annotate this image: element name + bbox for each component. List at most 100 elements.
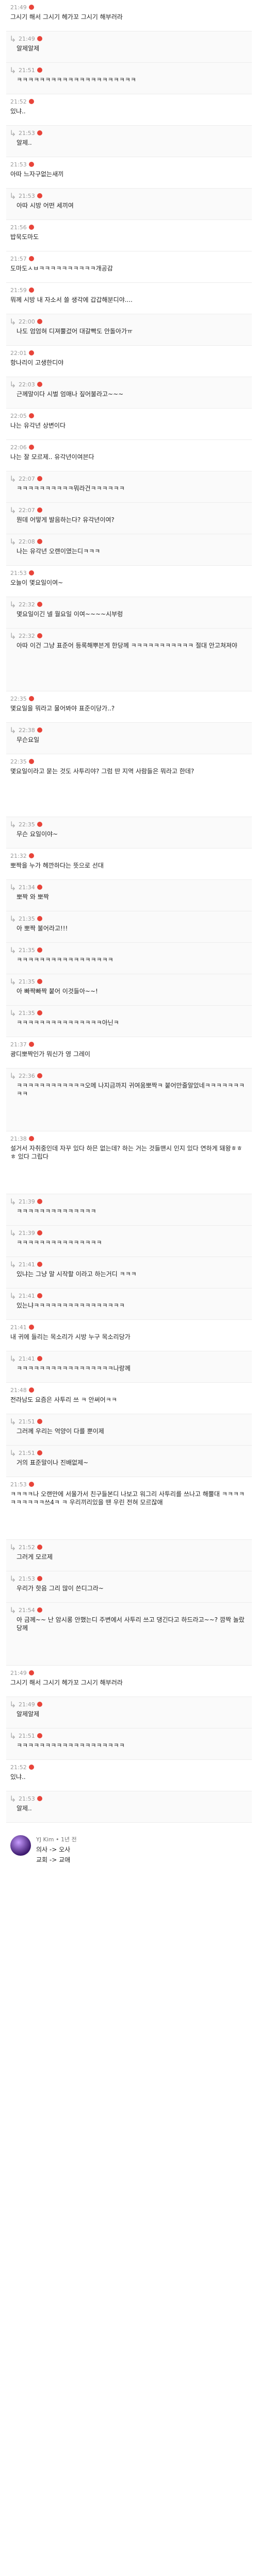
comment-time: 22:03	[19, 381, 35, 388]
comment-time: 22:00	[19, 318, 35, 325]
reply-item[interactable]: ↳ 21:51 ㅋㅋㅋㅋㅋㅋㅋㅋㅋㅋㅋㅋㅋㅋㅋㅋㅋㅋㅋ	[6, 1728, 252, 1760]
reply-item[interactable]: ↳ 21:52 그러게 모르제	[6, 1540, 252, 1571]
reply-item[interactable]: ↳ 22:08 나는 유각년 오랜이였는디ㅋㅋㅋ	[6, 534, 252, 566]
reply-item[interactable]: ↳ 21:53 아따 시방 어떤 세끼여	[6, 189, 252, 220]
comment-meta: 21:53	[10, 160, 248, 169]
comment-item[interactable]: 21:56 밥묵도마도	[6, 220, 252, 251]
comment-text: 우리가 핫음 그리 많이 쓴디그라~	[17, 1585, 104, 1592]
comment-item[interactable]: 21:53 ㅋㅋㅋㅋ나 오랜만에 서울가서 친구들본디 나보고 워그리 사투리를 …	[6, 1477, 252, 1540]
reply-arrow-icon: ↳	[9, 1699, 17, 1709]
comment-item[interactable]: 21:48 전라남도 요즘은 사투리 쓰 ㅋ 안써어ㅋㅋ	[6, 1383, 252, 1414]
comment-item[interactable]: 21:37 광디뽀짝인가 뭐신가 영 그레이	[6, 1037, 252, 1069]
new-badge-icon	[37, 507, 42, 513]
comment-time: 22:35	[10, 695, 27, 702]
comment-item[interactable]: 22:35 몇요일을 뭐라고 물어봐야 표준이당가..?	[6, 691, 252, 723]
comment-item[interactable]: 21:53 오늘이 몇요일이여~	[6, 566, 252, 597]
comment-time: 22:36	[19, 1072, 35, 1079]
reply-item[interactable]: ↳ 21:34 뽀짝 와 뽀짝	[6, 880, 252, 911]
footer-meta: YJ Kim • 1년 전	[36, 1836, 77, 1843]
reply-item[interactable]: ↳ 21:51 거의 표준말이나 진배없제~	[6, 1446, 252, 1477]
reply-item[interactable]: ↳ 22:32 몇요일이긴 넬 월요일 이여~~~~시부렁	[6, 597, 252, 629]
reply-item[interactable]: ↳ 22:07 ㅋㅋㅋㅋㅋㅋㅋㅋㅋㅋ뭐라건ㅋㅋㅋㅋㅋㅋ	[6, 471, 252, 503]
reply-item[interactable]: ↳ 21:53 알제..	[6, 1791, 252, 1823]
comment-time: 21:53	[10, 569, 27, 577]
comment-text: 몇요일이긴 넬 월요일 이여~~~~시부렁	[17, 611, 123, 618]
comment-item[interactable]: 21:49 그시기 해서 그시기 헤가꼬 그시기 해부러라	[6, 0, 252, 31]
reply-item[interactable]: ↳ 21:41 ㅋㅋㅋㅋㅋㅋㅋㅋㅋㅋㅋㅋㅋㅋㅋㅋㅋ나랑께	[6, 1351, 252, 1383]
comment-meta: ↳ 21:53	[9, 128, 248, 138]
comment-item[interactable]: 21:41 내 귀에 들리는 목소리가 시방 누구 목소리당가	[6, 1320, 252, 1351]
reply-item[interactable]: ↳ 22:32 아따 이건 그냥 표준어 등록해뿌븐게 한당께 ㅋㅋㅋㅋㅋㅋㅋㅋㅋㅋ…	[6, 629, 252, 691]
reply-item[interactable]: ↳ 21:53 우리가 핫음 그리 많이 쓴디그라~	[6, 1571, 252, 1603]
new-badge-icon	[37, 1607, 42, 1613]
comment-meta: 21:48	[10, 1385, 248, 1395]
reply-item[interactable]: ↳ 21:49 알제알제	[6, 1697, 252, 1728]
new-badge-icon	[37, 1576, 42, 1581]
reply-arrow-icon: ↳	[9, 1605, 17, 1615]
comment-item[interactable]: 21:57 도마도ㅅㅂㅋㅋㅋㅋㅋㅋㅋㅋㅋㅋ개공감	[6, 251, 252, 283]
avatar[interactable]	[10, 1835, 31, 1856]
comment-meta: ↳ 21:54	[9, 1605, 248, 1615]
comment-text: ㅋㅋㅋㅋㅋㅋㅋㅋㅋㅋ뭐라건ㅋㅋㅋㅋㅋㅋ	[17, 485, 125, 492]
reply-arrow-icon: ↳	[9, 1228, 17, 1238]
new-badge-icon	[37, 1419, 42, 1424]
reply-item[interactable]: ↳ 21:49 알제알제	[6, 31, 252, 63]
new-badge-icon	[37, 947, 42, 953]
comment-meta: ↳ 21:53	[9, 191, 248, 201]
comment-text: 있냐는 그냥 말 시작할 이라고 하는거디 ㅋㅋㅋ	[17, 1270, 137, 1278]
comment-text: 전라남도 요즘은 사투리 쓰 ㅋ 안써어ㅋㅋ	[10, 1396, 117, 1403]
reply-item[interactable]: ↳ 21:51 ㅋㅋㅋㅋㅋㅋㅋㅋㅋㅋㅋㅋㅋㅋㅋㅋㅋㅋㅋㅋㅋ	[6, 63, 252, 94]
reply-arrow-icon: ↳	[9, 33, 17, 44]
reply-item[interactable]: ↳ 21:35 ㅋㅋㅋㅋㅋㅋㅋㅋㅋㅋㅋㅋㅋㅋㅋㅋㅋ	[6, 943, 252, 974]
comment-item[interactable]: 21:52 있냐..	[6, 94, 252, 126]
comment-time: 21:51	[19, 1418, 35, 1425]
comment-meta: ↳ 22:35	[9, 820, 248, 829]
comment-meta: 21:53	[10, 1480, 248, 1489]
reply-arrow-icon: ↳	[9, 976, 17, 987]
comment-item[interactable]: 21:59 뭐께 시방 내 자소서 쓸 생각에 갑갑해분디야....	[6, 283, 252, 314]
comment-meta: ↳ 21:49	[9, 34, 248, 44]
reply-item[interactable]: ↳ 22:00 나도 엄엄혀 디져뿔겄어 대갈빡도 안돌아가ㅠ	[6, 314, 252, 346]
new-badge-icon	[28, 162, 34, 167]
new-badge-icon	[37, 1356, 42, 1361]
comment-text: 알제알제	[17, 1710, 40, 1718]
footer-user[interactable]: YJ Kim	[36, 1836, 54, 1843]
reply-item[interactable]: ↳ 22:07 뭔데 어떻게 발음하는다? 유각년이여?	[6, 503, 252, 534]
reply-item[interactable]: ↳ 22:36 ㅋㅋㅋㅋㅋㅋㅋㅋㅋㅋㅋㅋ오메 나지금까지 귀여움뽀짝ㅋ 붙어만줄알았…	[6, 1069, 252, 1131]
reply-item[interactable]: ↳ 21:35 아 뽀짝 불어라고!!!	[6, 911, 252, 943]
new-badge-icon	[28, 1765, 34, 1770]
new-badge-icon	[28, 413, 34, 418]
comment-item[interactable]: 22:06 나는 잘 모르제.. 유각년이여븐다	[6, 440, 252, 471]
comment-item[interactable]: 21:52 있냐..	[6, 1760, 252, 1791]
comment-item[interactable]: 22:05 나는 유각년 상변이다	[6, 409, 252, 440]
comment-meta: 21:41	[10, 1323, 248, 1332]
reply-item[interactable]: ↳ 22:38 무슨요일	[6, 723, 252, 754]
comment-item[interactable]: 21:32 뽀짝을 누가 헤깐하다는 뜻으로 선대	[6, 849, 252, 880]
comment-text: 있냐..	[10, 1773, 26, 1781]
reply-item[interactable]: ↳ 21:54 아 금께~~ 난 암시롱 안했는디 주변에서 사투리 쓰고 댕긴다고…	[6, 1603, 252, 1666]
reply-item[interactable]: ↳ 21:41 있는냐ㅋㅋㅋㅋㅋㅋㅋㅋㅋㅋㅋㅋㅋㅋㅋㅋ	[6, 1289, 252, 1320]
reply-item[interactable]: ↳ 21:39 ㅋㅋㅋㅋㅋㅋㅋㅋㅋㅋㅋㅋㅋㅋㅋ	[6, 1226, 252, 1257]
comment-meta: ↳ 22:32	[9, 631, 248, 641]
reply-item[interactable]: ↳ 21:35 ㅋㅋㅋㅋㅋㅋㅋㅋㅋㅋㅋㅋㅋㅋㅋ아닌ㅋ	[6, 1006, 252, 1037]
comment-item[interactable]: 21:53 아따 느자구없는새끼	[6, 157, 252, 189]
comment-item[interactable]: 22:01 항나리이 고생한디야	[6, 346, 252, 377]
reply-item[interactable]: ↳ 21:35 아 빠짝빠짝 붙어 이것들아~~!	[6, 974, 252, 1006]
reply-item[interactable]: ↳ 21:53 알제..	[6, 126, 252, 157]
comment-item[interactable]: 21:49 그시기 해서 그시기 헤가꼬 그시기 해부러라	[6, 1666, 252, 1697]
comment-item[interactable]: 21:38 설거서 자취중인데 자꾸 있다 하믄 없는데? 하는 거는 것들맨시 …	[6, 1131, 252, 1194]
comment-meta: ↳ 22:00	[9, 317, 248, 327]
reply-item[interactable]: ↳ 21:51 그러께 우리는 억양이 다를 뿐이제	[6, 1414, 252, 1446]
reply-item[interactable]: ↳ 21:39 ㅋㅋㅋㅋㅋㅋㅋㅋㅋㅋㅋㅋㅋㅋ	[6, 1194, 252, 1226]
reply-item[interactable]: ↳ 21:41 있냐는 그냥 말 시작할 이라고 하는거디 ㅋㅋㅋ	[6, 1257, 252, 1289]
comment-list: 21:49 그시기 해서 그시기 헤가꼬 그시기 해부러라 ↳ 21:49 알제알제 ↳ 2…	[6, 0, 252, 1823]
reply-item[interactable]: ↳ 22:35 무슨 요일이야~	[6, 817, 252, 849]
new-badge-icon	[37, 319, 42, 324]
comment-time: 21:35	[19, 1009, 35, 1016]
reply-item[interactable]: ↳ 22:03 근께말이다 시벌 엄매나 짚어불라고~~~	[6, 377, 252, 409]
comment-text: ㅋㅋㅋㅋㅋㅋㅋㅋㅋㅋㅋㅋㅋㅋ	[17, 1208, 96, 1215]
comment-text: 오늘이 몇요일이여~	[10, 579, 63, 586]
new-badge-icon	[37, 1010, 42, 1015]
comment-item[interactable]: 22:35 몇요일이라고 묻는 것도 사투리야? 그럼 딴 지역 사람들은 뭐라고…	[6, 754, 252, 817]
comment-time: 21:38	[10, 1135, 27, 1142]
